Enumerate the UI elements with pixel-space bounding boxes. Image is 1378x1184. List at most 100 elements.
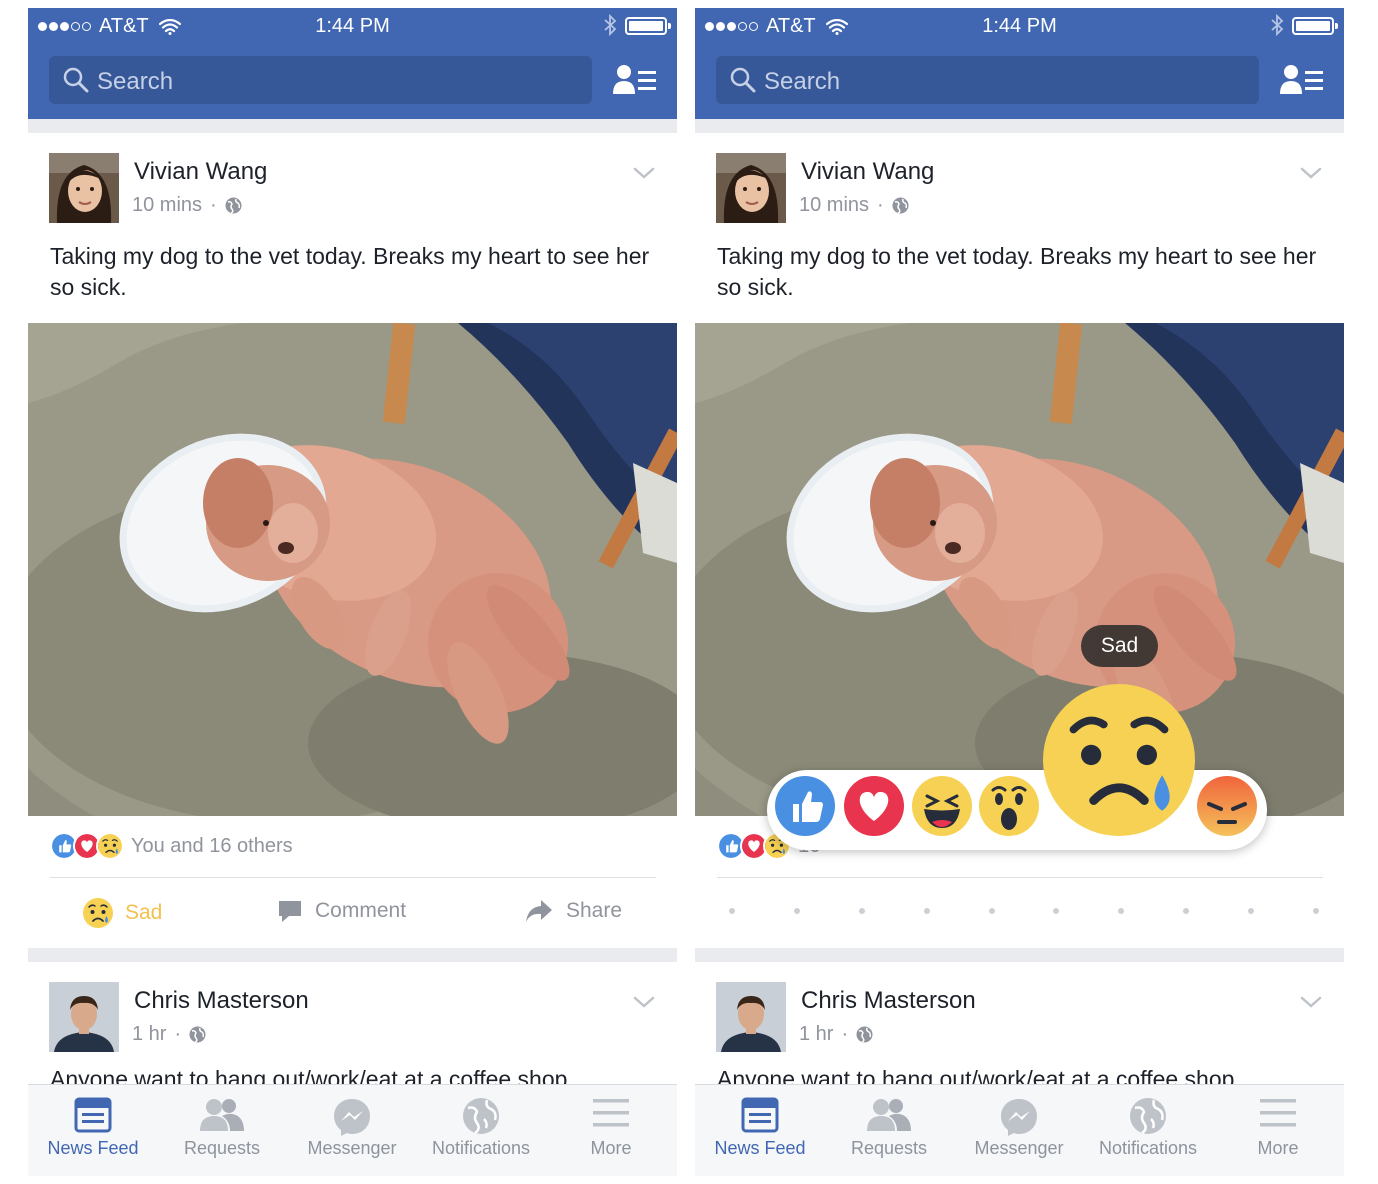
tab-label: News Feed: [47, 1138, 139, 1158]
globe-icon: [189, 1026, 206, 1043]
avatar[interactable]: [49, 153, 119, 223]
sad-icon: [96, 832, 124, 860]
friend-requests-icon[interactable]: [613, 64, 657, 96]
meta-separator: ·: [841, 1023, 849, 1045]
like-reaction-icon[interactable]: [775, 776, 835, 836]
tab-label: Requests: [183, 1138, 261, 1158]
sad-icon: [83, 898, 113, 928]
post-time[interactable]: 10 mins: [132, 194, 202, 217]
header: AT&T 1:44 PM Search: [28, 8, 677, 119]
search-placeholder: Search: [764, 68, 841, 95]
love-reaction-icon[interactable]: [844, 776, 904, 836]
friend-requests-icon[interactable]: [1280, 64, 1324, 96]
bluetooth-icon: [604, 14, 617, 36]
globe-icon: [463, 1098, 499, 1135]
post-photo[interactable]: [695, 323, 1344, 816]
globe-icon: [1130, 1098, 1166, 1135]
comment-button[interactable]: Comment: [277, 898, 406, 924]
tab-label: Notifications: [1098, 1138, 1198, 1158]
reactions-summary-text: You and 16 others: [131, 834, 293, 857]
tab-label: Messenger: [307, 1138, 397, 1158]
header: AT&T 1:44 PM Search: [695, 8, 1344, 119]
meta-separator: ·: [210, 194, 217, 216]
post-actions: Sad Comment Share: [28, 880, 677, 946]
tab-label: More: [590, 1138, 632, 1158]
post-text: Taking my dog to the vet today. Breaks m…: [50, 243, 650, 300]
search-input[interactable]: Search: [49, 56, 592, 104]
feed-separator: [695, 119, 1344, 133]
post-meta: 10 mins ·: [799, 194, 909, 217]
comment-label: Comment: [315, 899, 407, 922]
tab-requests[interactable]: Requests: [824, 1085, 954, 1176]
search-input[interactable]: Search: [716, 56, 1259, 104]
avatar[interactable]: [49, 982, 119, 1052]
requests-icon: [867, 1099, 911, 1131]
globe-icon: [225, 197, 242, 214]
post-author[interactable]: Chris Masterson: [801, 987, 976, 1015]
post-author[interactable]: Vivian Wang: [801, 158, 934, 186]
post-time[interactable]: 1 hr: [799, 1023, 833, 1046]
haha-reaction-icon[interactable]: [912, 776, 972, 836]
feed-separator: [28, 119, 677, 133]
reaction-button[interactable]: Sad: [83, 898, 162, 928]
tab-more[interactable]: More: [1213, 1085, 1343, 1176]
chevron-down-icon[interactable]: [633, 995, 655, 1009]
feed-separator: [695, 948, 1344, 962]
requests-icon: [200, 1099, 244, 1131]
news-feed-icon: [741, 1097, 779, 1133]
tab-news-feed[interactable]: News Feed: [28, 1085, 158, 1176]
post-time[interactable]: 10 mins: [799, 194, 869, 217]
news-feed-icon: [74, 1097, 112, 1133]
feed-screen-reaction-picker: AT&T 1:44 PM Search Vivian Wang 10 mins …: [695, 8, 1344, 1176]
wow-reaction-icon[interactable]: [979, 776, 1039, 836]
tab-label: More: [1257, 1138, 1299, 1158]
reactions-summary[interactable]: You and 16 others: [50, 832, 293, 860]
messenger-icon: [334, 1099, 370, 1136]
chevron-down-icon[interactable]: [633, 166, 655, 180]
chevron-down-icon[interactable]: [1300, 995, 1322, 1009]
post-author[interactable]: Chris Masterson: [134, 987, 309, 1015]
angry-reaction-icon[interactable]: [1197, 776, 1257, 836]
reaction-button-label: Sad: [125, 901, 163, 924]
avatar[interactable]: [716, 153, 786, 223]
post-text: Anyone want to hang out/work/eat at a co…: [717, 1066, 1235, 1086]
tab-notifications[interactable]: Notifications: [1083, 1085, 1213, 1176]
tab-news-feed[interactable]: News Feed: [695, 1085, 825, 1176]
tab-bar: News Feed Requests Messenger Notificatio…: [28, 1084, 677, 1176]
comment-icon: [279, 901, 301, 922]
avatar[interactable]: [716, 982, 786, 1052]
battery-icon: [625, 17, 671, 35]
tab-label: News Feed: [714, 1138, 806, 1158]
tab-more[interactable]: More: [546, 1085, 676, 1176]
status-bar: AT&T 1:44 PM: [28, 8, 677, 44]
tab-messenger[interactable]: Messenger: [954, 1085, 1084, 1176]
post-photo[interactable]: [28, 323, 677, 816]
tab-label: Notifications: [431, 1138, 531, 1158]
tab-requests[interactable]: Requests: [157, 1085, 287, 1176]
share-label: Share: [566, 899, 623, 922]
chevron-down-icon[interactable]: [1300, 166, 1322, 180]
share-icon: [526, 900, 552, 922]
action-placeholder-dots: [729, 908, 1319, 914]
status-bar: AT&T 1:44 PM: [695, 8, 1344, 44]
tab-messenger[interactable]: Messenger: [287, 1085, 417, 1176]
share-button[interactable]: Share: [524, 898, 622, 924]
search-placeholder: Search: [97, 68, 174, 95]
tab-label: Messenger: [974, 1138, 1064, 1158]
post-time[interactable]: 1 hr: [132, 1023, 166, 1046]
post-text: Anyone want to hang out/work/eat at a co…: [50, 1066, 568, 1086]
tab-notifications[interactable]: Notifications: [416, 1085, 546, 1176]
post-author[interactable]: Vivian Wang: [134, 158, 267, 186]
menu-icon: [593, 1099, 629, 1127]
feed-screen: AT&T 1:44 PM Search Vivian Wang 10 mins …: [28, 8, 677, 1176]
divider: [50, 877, 656, 878]
bluetooth-icon: [1271, 14, 1284, 36]
clock: 1:44 PM: [982, 15, 1057, 37]
reaction-tooltip: Sad: [1081, 625, 1158, 667]
globe-icon: [892, 197, 909, 214]
post-meta: 10 mins ·: [132, 194, 242, 217]
sad-reaction-icon[interactable]: [1043, 684, 1195, 836]
messenger-icon: [1001, 1099, 1037, 1136]
tab-label: Requests: [850, 1138, 928, 1158]
battery-icon: [1292, 17, 1338, 35]
